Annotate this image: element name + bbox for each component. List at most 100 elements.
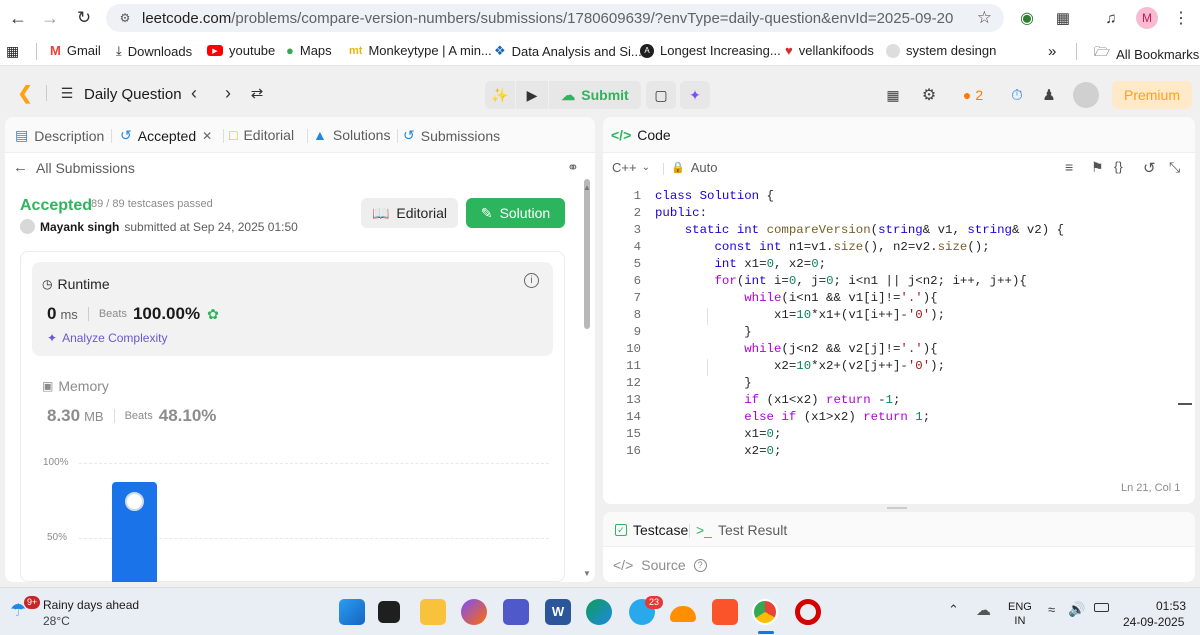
brave-icon[interactable] <box>712 599 738 625</box>
debug-button[interactable]: ✨ <box>485 81 515 109</box>
battery-icon[interactable] <box>1094 603 1109 612</box>
start-icon[interactable] <box>339 599 365 625</box>
streak-counter[interactable]: ● 2 <box>956 84 990 106</box>
runtime-card[interactable]: ◷ Runtime i 0 ms Beats 100.00% ✿ ✦ Analyze… <box>32 262 553 356</box>
teams-icon[interactable] <box>503 599 529 625</box>
problem-list-title[interactable]: Daily Question <box>84 86 182 103</box>
tab-testcase[interactable]: ✓ Testcase <box>615 522 688 538</box>
file-explorer-icon[interactable] <box>420 599 446 625</box>
clock-icon: ◷ <box>42 277 53 291</box>
bookmarks-overflow[interactable]: » <box>1048 43 1056 60</box>
premium-button[interactable]: Premium <box>1112 81 1192 109</box>
tab-solutions[interactable]: ▲ Solutions <box>313 127 390 143</box>
shuffle-icon[interactable]: ⇄ <box>246 82 268 104</box>
tab-submissions[interactable]: ↺ Submissions <box>403 127 500 144</box>
prev-problem-button[interactable]: ‹ <box>184 82 204 104</box>
leetcode-logo-icon[interactable]: ❮ <box>14 82 36 104</box>
memory-card[interactable]: ▣ Memory 8.30 MB Beats 48.10% <box>32 364 553 434</box>
chart-bar[interactable] <box>112 482 157 582</box>
notes-button[interactable]: ▢ <box>646 81 676 109</box>
bookmark-data-analysis[interactable]: ❖ Data Analysis and Si... <box>494 43 642 59</box>
scroll-up-icon[interactable]: ▲ <box>583 183 591 192</box>
bookmark-vellankifoods[interactable]: ♥ vellankifoods <box>785 43 874 58</box>
bookmark-youtube[interactable]: ▶ youtube <box>207 43 275 58</box>
extension-icon[interactable]: ◉ <box>1016 7 1038 29</box>
close-tab-icon[interactable]: ✕ <box>202 129 212 143</box>
bookmark-icon[interactable]: ⚑ <box>1091 159 1104 176</box>
language-indicator[interactable]: ENG IN <box>1008 600 1032 628</box>
wifi-icon[interactable]: ≈ <box>1048 602 1055 617</box>
submission-panel: ▤ Description ↺ Accepted ✕ □ Editorial ▲ Solu… <box>5 117 595 582</box>
add-user-icon[interactable]: ♟ <box>1038 84 1060 106</box>
next-problem-button[interactable]: › <box>218 82 238 104</box>
submitter-name[interactable]: Mayank singh <box>40 220 119 234</box>
solution-button[interactable]: ✎ Solution <box>466 198 565 228</box>
layout-icon[interactable]: ▦ <box>882 84 904 106</box>
extensions-puzzle-icon[interactable]: ▦ <box>1052 7 1074 29</box>
edge-icon[interactable] <box>586 599 612 625</box>
all-submissions-link[interactable]: ← All Submissions <box>13 159 135 176</box>
reset-icon[interactable]: ↺ <box>1143 159 1156 177</box>
braces-icon[interactable]: {} <box>1114 159 1123 174</box>
settings-icon[interactable]: ⚙ <box>918 84 940 106</box>
clock-date[interactable]: 24-09-2025 <box>1123 615 1184 629</box>
list-icon[interactable]: ☰ <box>58 84 76 102</box>
media-icon[interactable]: ♫ <box>1100 7 1122 29</box>
show-hidden-icons[interactable]: ⌃ <box>948 602 959 618</box>
volume-icon[interactable]: 🔊 <box>1068 601 1085 618</box>
cloud-app-icon[interactable] <box>670 606 696 622</box>
bookmark-downloads[interactable]: ⤓ Downloads <box>116 43 192 59</box>
help-icon[interactable]: ? <box>693 558 707 572</box>
site-info-icon[interactable]: ⚙ <box>116 9 134 27</box>
bookmark-maps[interactable]: ● Maps <box>286 43 332 58</box>
forward-button[interactable]: → <box>38 6 62 30</box>
link-icon[interactable]: ⚭ <box>567 159 579 176</box>
editor-scroll-marker[interactable] <box>1178 403 1192 405</box>
tab-accepted[interactable]: ↺ Accepted ✕ <box>120 127 212 144</box>
ai-assist-button[interactable]: ✦ <box>680 81 710 109</box>
left-scrollbar[interactable] <box>584 179 590 329</box>
expand-icon[interactable]: ⤡ <box>1169 159 1180 176</box>
reload-button[interactable]: ↻ <box>72 6 96 30</box>
profile-avatar[interactable]: M <box>1136 7 1158 29</box>
user-avatar-small[interactable] <box>20 219 35 234</box>
bookmark-monkeytype[interactable]: mt Monkeytype | A min... <box>349 43 492 58</box>
user-avatar[interactable] <box>1073 82 1099 108</box>
editorial-button[interactable]: 📖 Editorial <box>361 198 458 228</box>
bookmark-longest-increasing[interactable]: A Longest Increasing... <box>640 43 781 58</box>
task-view-icon[interactable] <box>378 601 400 623</box>
tab-description[interactable]: ▤ Description <box>15 127 104 144</box>
clock-time[interactable]: 01:53 <box>1156 599 1186 613</box>
tab-test-result[interactable]: >_ Test Result <box>696 522 787 538</box>
menu-icon[interactable]: ⋮ <box>1170 7 1192 29</box>
back-button[interactable]: ← <box>6 6 30 30</box>
language-select[interactable]: C++ ⌄ <box>612 160 650 175</box>
weather-title[interactable]: Rainy days ahead <box>43 598 139 612</box>
analyze-complexity-link[interactable]: ✦ Analyze Complexity <box>47 331 167 345</box>
tab-editorial[interactable]: □ Editorial <box>229 127 294 143</box>
submit-button[interactable]: ☁ Submit <box>549 81 641 109</box>
bookmark-system-design[interactable]: system desingn <box>886 43 996 58</box>
scroll-down-icon[interactable]: ▼ <box>583 569 591 578</box>
star-icon[interactable]: ☆ <box>977 8 992 28</box>
monkeytype-icon: mt <box>349 44 363 57</box>
run-button[interactable]: ▶ <box>516 81 548 109</box>
code-area[interactable]: 1 class Solution { 2 public: 3 static int … <box>603 189 1195 469</box>
word-icon[interactable]: W <box>545 599 571 625</box>
opera-icon[interactable] <box>795 599 821 625</box>
address-bar[interactable]: ⚙ leetcode.com/problems/compare-version-… <box>106 4 1004 32</box>
apps-icon[interactable]: ▦ <box>6 43 19 60</box>
chrome-icon[interactable] <box>752 599 778 625</box>
source-button[interactable]: </> Source ? <box>613 557 707 573</box>
format-icon[interactable]: ≡ <box>1065 159 1073 175</box>
timer-icon[interactable]: ⏱ <box>1006 84 1028 106</box>
panel-resize-handle[interactable] <box>887 507 907 509</box>
bookmark-gmail[interactable]: M Gmail <box>50 43 101 58</box>
line-number: 7 <box>633 291 641 305</box>
auto-mode[interactable]: 🔒 Auto <box>671 160 717 175</box>
copilot-icon[interactable] <box>461 599 487 625</box>
onedrive-icon[interactable]: ☁ <box>976 601 991 619</box>
info-icon[interactable]: i <box>524 273 539 288</box>
all-bookmarks[interactable]: 🗁 All Bookmarks <box>1094 43 1199 65</box>
terminal-icon: >_ <box>696 522 712 538</box>
